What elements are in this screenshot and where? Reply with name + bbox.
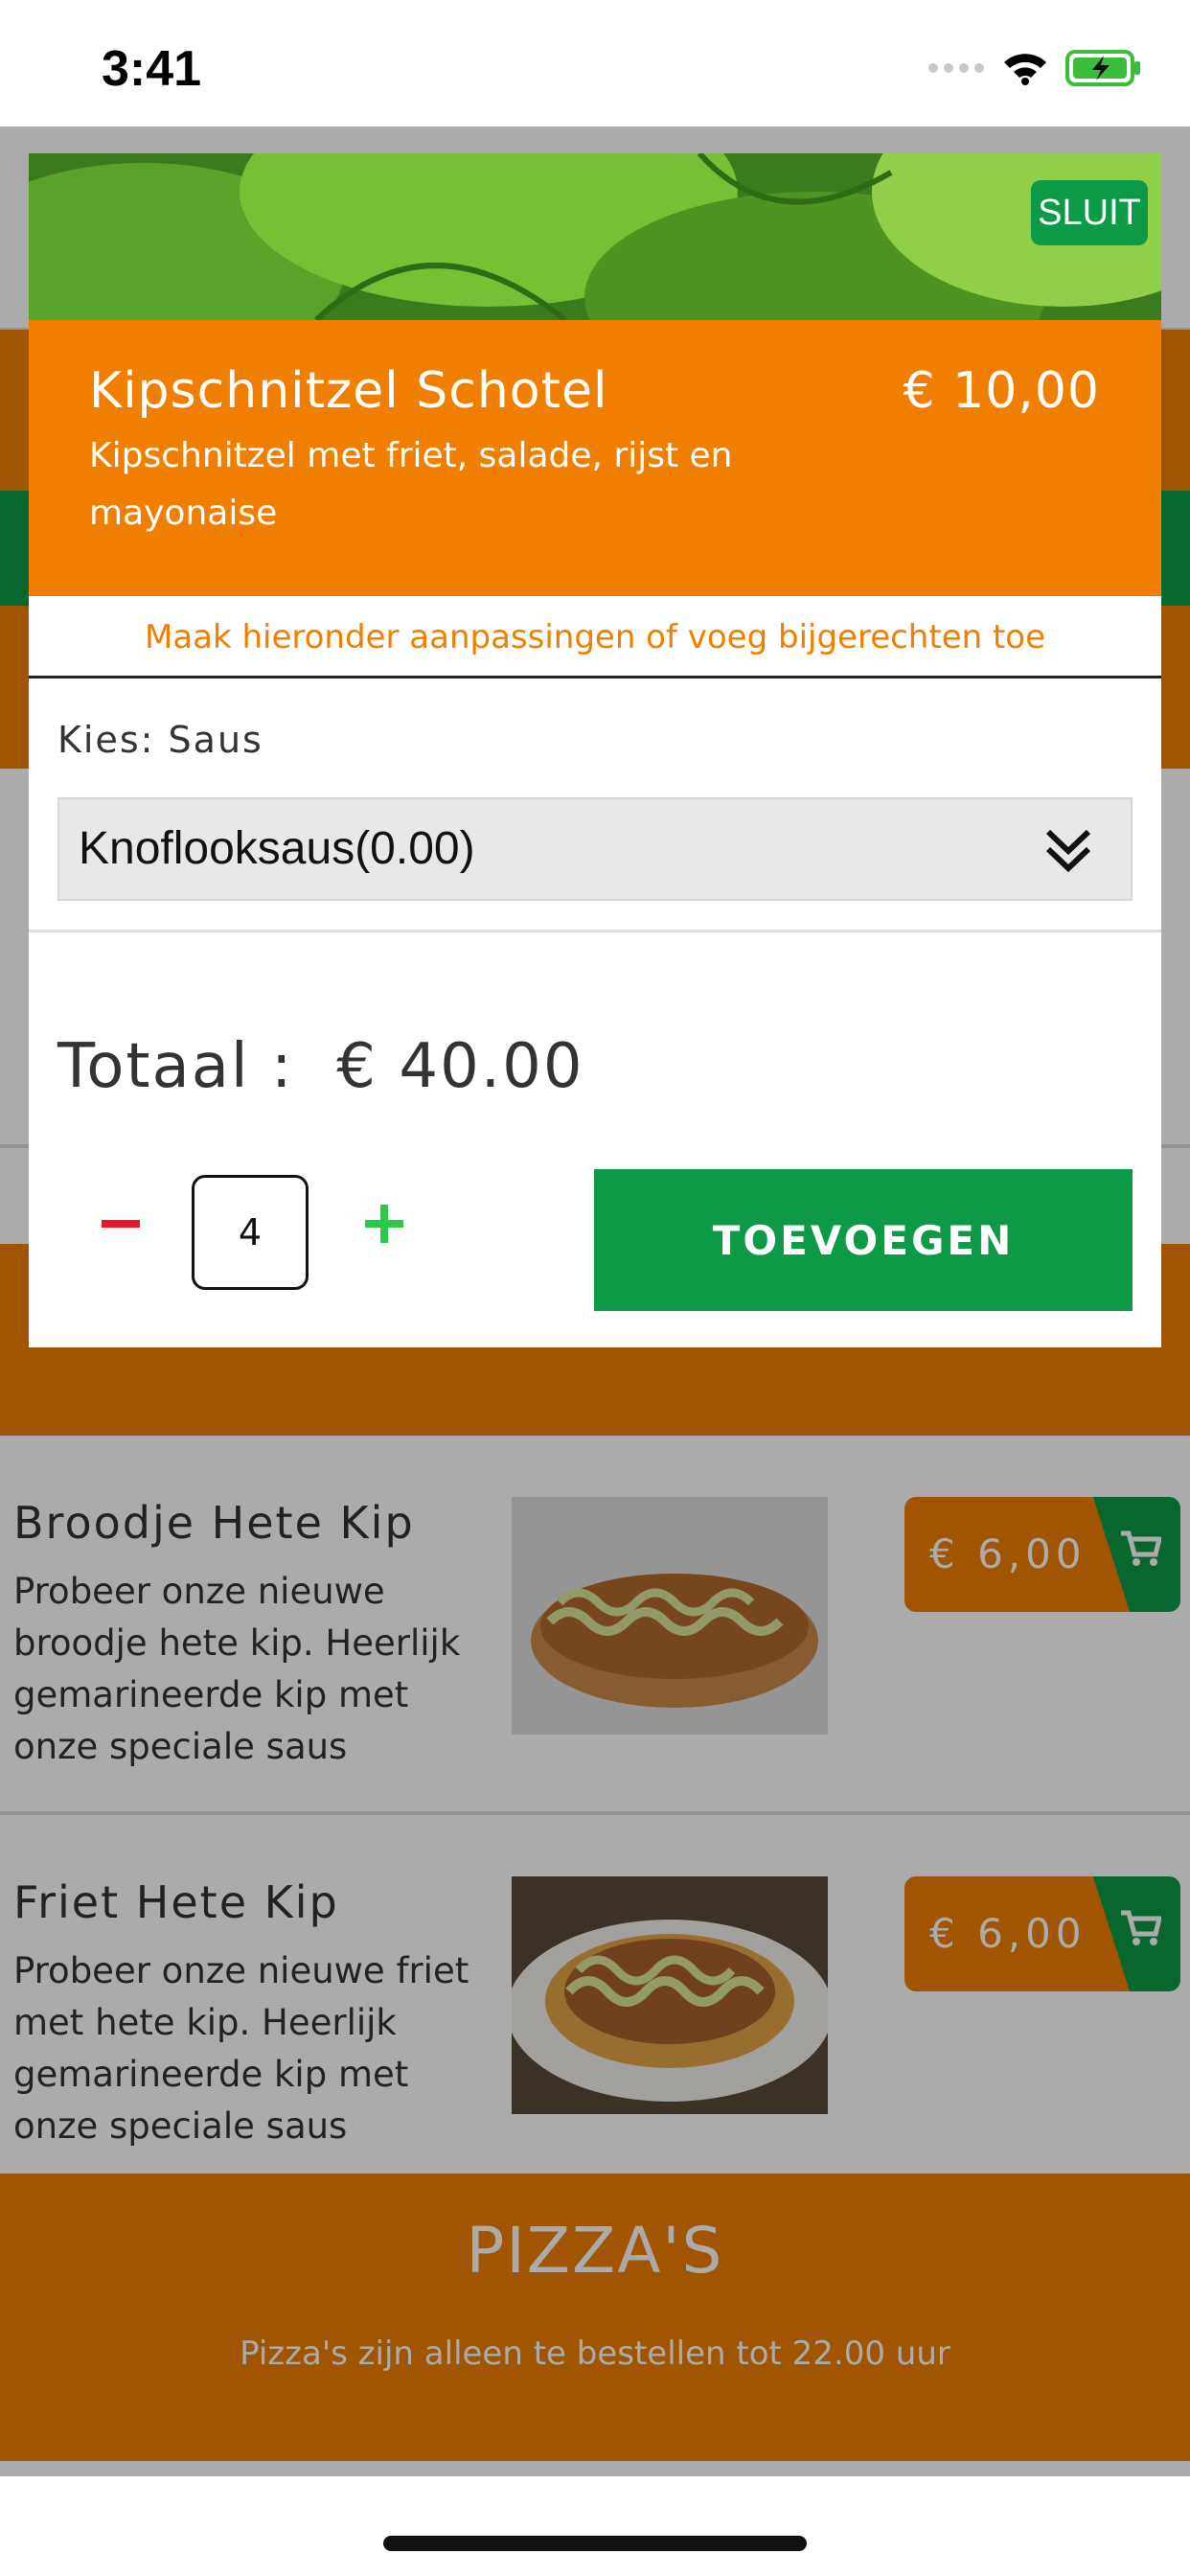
item-description: Kipschnitzel met friet, salade, rijst en… [89, 436, 733, 533]
wifi-icon [1004, 54, 1046, 85]
home-indicator [383, 2536, 807, 2551]
minus-icon [102, 1220, 140, 1228]
option-label: Kies: Saus [57, 719, 263, 761]
sauce-select-value: Knoflooksaus(0.00) [79, 823, 475, 874]
total-label: Totaal : [57, 1031, 294, 1102]
battery-icon [1065, 50, 1140, 86]
plus-icon [365, 1205, 403, 1243]
item-price: € 10,00 [903, 362, 1100, 420]
increase-quantity-button[interactable] [351, 1190, 418, 1257]
item-header: Kipschnitzel Schotel € 10,00 Kipschnitze… [29, 320, 1161, 596]
status-time: 3:41 [102, 41, 202, 97]
customize-hint: Maak hieronder aanpassingen of voeg bijg… [29, 596, 1161, 678]
item-title: Kipschnitzel Schotel [89, 362, 608, 420]
divider [29, 930, 1161, 932]
hero-image: SLUIT [29, 153, 1161, 320]
total-value: € 40.00 [336, 1031, 584, 1102]
add-to-order-button[interactable]: TOEVOEGEN [594, 1169, 1133, 1311]
product-options-modal: SLUIT Kipschnitzel Schotel € 10,00 Kipsc… [29, 153, 1161, 1347]
total: Totaal : € 40.00 [57, 1031, 584, 1102]
chevron-double-down-icon [1045, 829, 1091, 873]
decrease-quantity-button[interactable] [92, 1190, 149, 1257]
close-button[interactable]: SLUIT [1031, 180, 1148, 245]
quantity-field[interactable]: 4 [192, 1175, 309, 1290]
status-icons [927, 50, 1142, 86]
signal-icon [928, 63, 984, 73]
status-bar: 3:41 [0, 0, 1190, 126]
bottom-safe-area [0, 2476, 1190, 2576]
sauce-select[interactable]: Knoflooksaus(0.00) [57, 797, 1133, 901]
